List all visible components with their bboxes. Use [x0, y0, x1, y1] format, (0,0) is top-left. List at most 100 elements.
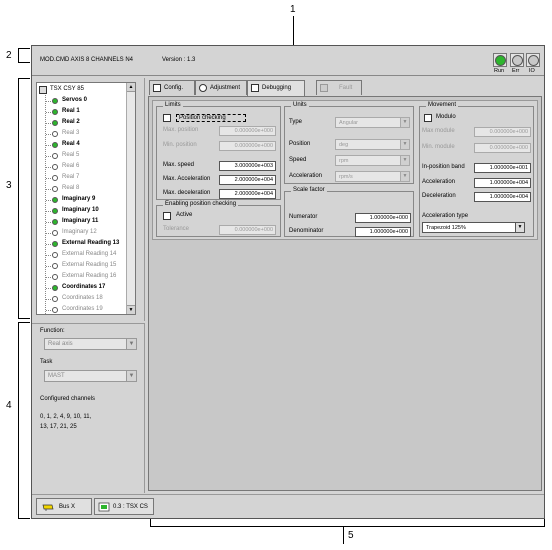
err-led-box — [510, 53, 524, 67]
module-window: MOD.CMD AXIS 8 CHANNELS N4 Version : 1.3… — [31, 45, 545, 519]
chevron-down-icon: ▼ — [400, 140, 409, 149]
limits-group: Limits Position checking Max. position 0… — [156, 102, 281, 200]
speed-unit-select[interactable]: rpm ▼ — [335, 155, 410, 166]
callout-4: 4 — [6, 400, 12, 411]
max-position-field[interactable]: 0.000000e+000 — [219, 126, 276, 136]
debugging-icon — [251, 84, 259, 92]
position-unit-select[interactable]: deg ▼ — [335, 139, 410, 150]
channel-status-icon — [52, 164, 58, 170]
units-group: Units Type Angular ▼ Position deg ▼ Speed … — [284, 102, 414, 184]
modulo-checkbox[interactable] — [424, 114, 432, 122]
acceleration-type-select[interactable]: Trapezoid 125% ▼ — [422, 222, 525, 233]
parameters-area: Limits Position checking Max. position 0… — [152, 100, 538, 240]
deceleration-field[interactable]: 1.000000e+004 — [474, 192, 531, 202]
channel-status-icon — [52, 120, 58, 126]
denominator-label: Denominator — [289, 228, 324, 234]
channels-line1: 0, 1, 2, 4, 9, 10, 11, — [40, 414, 92, 420]
chevron-down-icon: ▼ — [126, 371, 136, 381]
task-label: Task — [40, 359, 53, 365]
position-checking-label: Position checking — [176, 114, 246, 122]
active-checkbox[interactable] — [163, 212, 171, 220]
max-speed-field[interactable]: 3.000000e+003 — [219, 161, 276, 171]
scroll-down-icon[interactable]: ▼ — [127, 305, 135, 314]
movement-group: Movement Modulo Max module 0.000000e+000… — [419, 102, 534, 237]
tree-item-label: Real 6 — [62, 163, 80, 169]
numerator-field[interactable]: 1.000000e+000 — [355, 213, 411, 223]
channels-line2: 13, 17, 21, 25 — [40, 424, 77, 430]
channel-status-icon — [52, 241, 58, 247]
tree-item-label: External Reading 15 — [62, 262, 117, 268]
callout-3: 3 — [6, 180, 12, 191]
channel-status-icon — [52, 208, 58, 214]
channel-status-icon — [52, 142, 58, 148]
max-acceleration-field[interactable]: 2.000000e+004 — [219, 175, 276, 185]
scale-factor-title: Scale factor — [291, 187, 327, 193]
limits-title: Limits — [163, 102, 183, 108]
adjustment-icon — [199, 84, 207, 92]
position-unit-label: Position — [289, 141, 311, 147]
scale-factor-group: Scale factor Numerator 1.000000e+000 Den… — [284, 187, 414, 237]
module-icon — [98, 502, 110, 512]
speed-unit-label: Speed — [289, 157, 307, 163]
scroll-up-icon[interactable]: ▲ — [127, 83, 135, 92]
acceleration-type-label: Acceleration type — [422, 213, 469, 219]
channel-status-icon — [52, 230, 58, 236]
function-value: Real axis — [48, 341, 73, 347]
type-select[interactable]: Angular ▼ — [335, 117, 410, 128]
status-bar: Bus X 0.3 : TSX CS — [32, 494, 544, 518]
modulo-label: Modulo — [436, 114, 456, 120]
tab-module[interactable]: 0.3 : TSX CS — [94, 498, 154, 515]
channels-label: Configured channels — [40, 396, 96, 402]
chevron-down-icon: ▼ — [126, 339, 136, 349]
tree-item-label: Real 5 — [62, 152, 80, 158]
max-acceleration-label: Max. Acceleration — [163, 176, 211, 182]
tolerance-label: Tolerance — [163, 226, 190, 232]
max-module-field[interactable]: 0.000000e+000 — [474, 127, 531, 137]
denominator-field[interactable]: 1.000000e+000 — [355, 227, 411, 237]
tree-item-label: Real 7 — [62, 174, 80, 180]
channel-status-icon — [52, 274, 58, 280]
tab-bus-x[interactable]: Bus X — [36, 498, 92, 515]
enabling-group: Enabling position checking Active Tolera… — [156, 201, 281, 237]
adjustment-content: Limits Position checking Max. position 0… — [148, 96, 542, 491]
io-led-box — [526, 53, 540, 67]
in-position-band-field[interactable]: 1.000000e+001 — [474, 163, 531, 173]
acceleration-field[interactable]: 1.000000e+004 — [474, 178, 531, 188]
function-panel: Function: Real axis ▼ Task MAST ▼ Config… — [32, 323, 145, 493]
tab-fault[interactable]: Fault — [316, 80, 362, 95]
channel-tree[interactable]: TSX CSY 85 Servos 0 Real 1 Real 2 Real 3 Rea… — [36, 82, 136, 315]
channel-status-icon — [52, 296, 58, 302]
channel-status-icon — [52, 263, 58, 269]
config-icon — [153, 84, 161, 92]
bus-icon — [42, 504, 54, 511]
tree-item-label: Imaginary 9 — [62, 196, 96, 202]
run-led-label: Run — [494, 68, 505, 74]
position-checking-checkbox[interactable] — [163, 114, 171, 122]
channel-status-icon — [52, 285, 58, 291]
min-position-field[interactable]: 0.000000e+000 — [219, 141, 276, 151]
tab-adjustment[interactable]: Adjustment — [195, 80, 247, 95]
tree-item-label: External Reading 13 — [62, 240, 120, 246]
channel-status-icon — [52, 219, 58, 225]
deceleration-label: Deceleration — [422, 193, 456, 199]
enabling-title: Enabling position checking — [163, 201, 239, 207]
tree-scrollbar[interactable]: ▲ ▼ — [126, 83, 135, 314]
acceleration-label: Acceleration — [422, 179, 456, 185]
numerator-label: Numerator — [289, 214, 318, 220]
channel-status-icon — [52, 109, 58, 115]
acceleration-unit-select[interactable]: rpm/s ▼ — [335, 171, 410, 182]
channel-status-icon — [52, 252, 58, 258]
chevron-down-icon: ▼ — [400, 172, 409, 181]
max-deceleration-label: Max. deceleration — [163, 190, 211, 196]
function-label: Function: — [40, 328, 65, 334]
tab-config[interactable]: Config. — [149, 80, 195, 95]
max-deceleration-field[interactable]: 2.000000e+004 — [219, 189, 276, 199]
tab-debugging[interactable]: Debugging — [247, 80, 305, 96]
tolerance-field[interactable]: 0.000000e+000 — [219, 225, 276, 235]
io-led-label: IO — [529, 68, 535, 74]
in-position-band-label: In-position band — [422, 164, 465, 170]
tree-item-label: Real 3 — [62, 130, 80, 136]
function-select[interactable]: Real axis ▼ — [44, 338, 137, 350]
min-module-field[interactable]: 0.000000e+000 — [474, 143, 531, 153]
task-select[interactable]: MAST ▼ — [44, 370, 137, 382]
